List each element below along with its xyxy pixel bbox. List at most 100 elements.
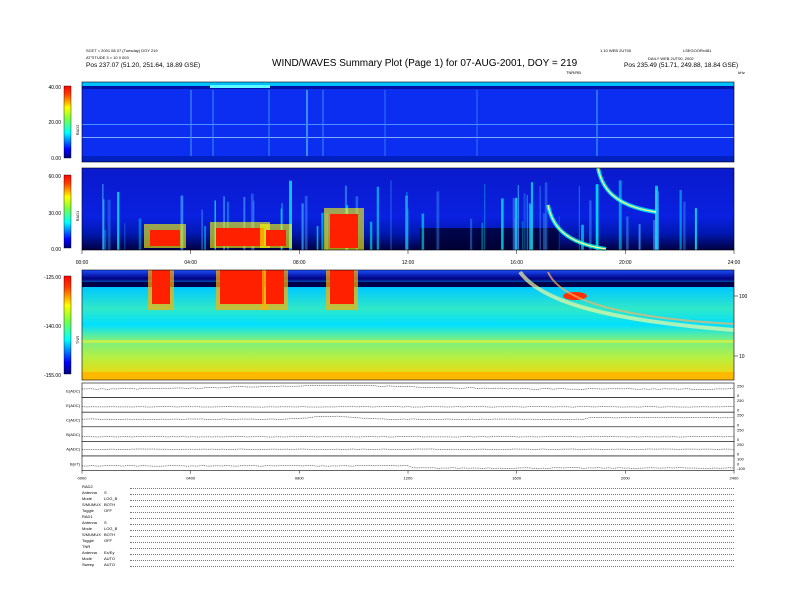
rad1-cbar-tick-top: 60.00	[48, 174, 61, 180]
hk-axis-tick: 250	[737, 427, 744, 432]
rad1-burst	[406, 192, 408, 250]
rad1-burst	[694, 208, 697, 250]
rad1-burst	[679, 190, 682, 250]
rad2-burst	[322, 90, 324, 156]
rad1-active-region	[150, 230, 180, 246]
rad1-burst	[316, 226, 319, 250]
tnr-active-region	[266, 270, 284, 304]
summary-plot-page: SCET = 2001 08 07 (Tuesday) DOY 219 ATTI…	[0, 0, 792, 612]
rad1-burst	[558, 216, 560, 250]
tnr-freq-label-100: 100	[739, 294, 748, 300]
rad2-cbar-tick-mid: 20.00	[48, 120, 61, 126]
rad2-line-2	[82, 137, 734, 138]
rad2-burst	[190, 90, 192, 156]
rad1-burst	[656, 191, 659, 250]
tnr-active-region	[152, 270, 170, 304]
rad1-burst	[526, 195, 528, 250]
rad1-time-label: 20:00	[619, 260, 632, 266]
rad2-burst	[212, 90, 214, 156]
hk-row: E(ADC)2500	[66, 382, 744, 398]
status-dotted-rule	[130, 512, 734, 513]
status-value: AUTO	[104, 562, 116, 567]
rad1-burst	[544, 182, 548, 250]
status-dotted-rule	[130, 494, 734, 495]
rad1-label: RAD1	[75, 210, 80, 221]
hk-time-label: 2400	[730, 476, 740, 480]
tnr-cbar-tick-top: -125.00	[44, 275, 61, 281]
tnr-cbar-tick-mid: -140.00	[44, 324, 61, 330]
rad2-label: RAD2	[75, 124, 80, 135]
status-dotted-rule	[130, 518, 734, 519]
rad1-time-label: 16:00	[510, 260, 523, 266]
rad1-burst	[521, 221, 524, 250]
rad2-bright-streak	[210, 85, 270, 88]
rad1-burst	[436, 191, 440, 250]
rad1-burst	[589, 200, 592, 250]
rad1-burst	[103, 199, 105, 250]
rad2-burst	[306, 90, 308, 156]
rad1-burst	[370, 221, 373, 250]
hk-row-label: A(ADC)	[66, 447, 80, 452]
hk-time-label: 0000	[78, 476, 88, 480]
rad1-active-region	[330, 214, 358, 248]
rad1-burst	[523, 193, 526, 250]
rad1-burst	[528, 203, 531, 250]
status-dotted-rule	[130, 530, 734, 531]
hk-row-frame	[81, 382, 735, 398]
rad1-burst	[390, 180, 392, 250]
rad1-burst	[204, 226, 206, 250]
hk-row-label: B(ADC)	[66, 432, 80, 437]
tnr-label: TNR	[75, 336, 80, 344]
tnr-freq-label-10: 10	[739, 354, 745, 360]
rad1-burst	[138, 218, 142, 250]
status-dotted-rule	[130, 500, 734, 501]
rad2-cbar-tick-top: 40.00	[48, 85, 61, 91]
housekeeping-time-axis: 0000 0400 0800 1200 1600 2000 2400	[78, 470, 740, 480]
rad1-colorbar	[63, 174, 72, 249]
status-row: Sweep AUTO	[82, 562, 734, 568]
rad1-time-label: 24:00	[728, 260, 741, 266]
rad1-burst	[104, 229, 107, 250]
tnr-panel: -125.00 -140.00 -155.00 TNR 100 10	[44, 269, 748, 381]
hk-time-label: 0400	[186, 476, 196, 480]
rad1-burst	[481, 222, 484, 250]
plot-area: 40.00 20.00 0.00 RAD2 60.00 30.00 0.00 R…	[44, 81, 748, 480]
rad1-burst	[421, 213, 425, 250]
rad1-burst	[301, 203, 304, 250]
status-dotted-rule	[130, 488, 734, 489]
rad1-time-label: 00:00	[76, 260, 89, 266]
status-dotted-rule	[130, 548, 734, 549]
rad1-burst	[484, 183, 486, 250]
status-dotted-rule	[130, 560, 734, 561]
rad1-burst	[581, 224, 584, 250]
hk-row-label: B(nT)	[70, 461, 81, 466]
rad2-bottom-band	[82, 156, 734, 162]
rad2-burst	[384, 90, 386, 156]
rad2-burst	[476, 90, 478, 156]
hk-row: B(nT)1000-100	[70, 455, 746, 471]
hk-time-label: 2000	[621, 476, 631, 480]
rad1-burst	[304, 195, 308, 250]
rad1-burst	[321, 212, 324, 250]
rad1-burst	[517, 185, 519, 250]
hk-row-label: E(ADC)	[66, 403, 80, 408]
status-dotted-rule	[130, 524, 734, 525]
rad1-burst	[683, 201, 686, 250]
hk-time-label: 1200	[404, 476, 414, 480]
rad1-burst	[638, 224, 641, 250]
tnr-active-region	[330, 270, 354, 304]
tnr-dark-band	[82, 282, 734, 287]
rad1-active-region	[216, 228, 264, 246]
rad2-cbar-tick-bottom: 0.00	[51, 156, 61, 162]
rad1-time-label: 04:00	[184, 260, 197, 266]
rad1-burst	[201, 209, 203, 250]
rad1-cbar-tick-bottom: 0.00	[51, 247, 61, 253]
rad2-line-1	[82, 124, 734, 125]
rad1-panel: 60.00 30.00 0.00 RAD1 00:00 04:00 08:00 12:…	[48, 167, 741, 266]
rad1-burst	[501, 198, 504, 250]
rad1-burst	[107, 199, 111, 250]
status-dotted-rule	[130, 536, 734, 537]
rad2-background	[82, 82, 734, 162]
hk-axis-tick: 250	[737, 442, 744, 447]
rad1-burst	[530, 182, 533, 250]
